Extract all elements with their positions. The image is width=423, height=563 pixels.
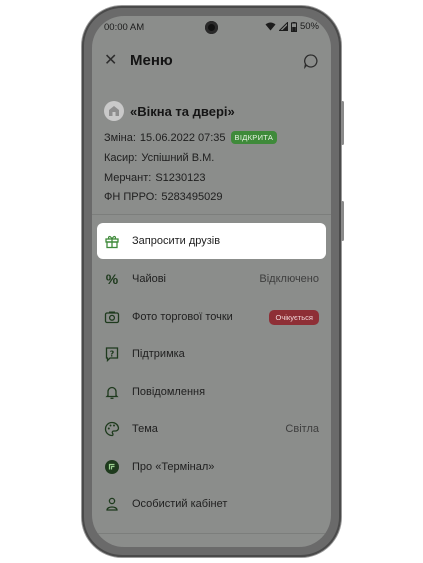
fn-value: 5283495029 (161, 191, 223, 203)
app-logo-icon (104, 459, 120, 475)
cashier-value: Успішний В.М. (141, 152, 215, 164)
chat-icon[interactable] (303, 53, 319, 74)
store-header: «Вікна та двері» (104, 101, 235, 121)
menu-item-support[interactable]: ? Підтримка (92, 336, 331, 372)
store-name: «Вікна та двері» (130, 103, 235, 119)
shift-label: Зміна: (104, 131, 136, 144)
status-time: 00:00 AM (104, 22, 145, 33)
divider (92, 214, 331, 215)
menu-item-cabinet[interactable]: Особистий кабінет (92, 486, 331, 522)
merchant-row: Мерчант: S1230123 (104, 172, 205, 184)
help-icon: ? (104, 346, 120, 362)
camera-cutout (205, 21, 218, 34)
cashier-row: Касир: Успішний В.М. (104, 152, 214, 164)
bell-icon (104, 384, 120, 400)
menu-item-label: Запросити друзів (132, 235, 221, 247)
power-button (341, 201, 344, 241)
phone-frame: 00:00 AM 50% ✕ Меню «Вікна та двері» Змі… (82, 6, 344, 557)
menu-item-label: Тема (132, 423, 158, 435)
shift-row: Зміна: 15.06.2022 07:35 ВІДКРИТА (104, 131, 278, 144)
fn-label: ФН ПРРО: (104, 191, 158, 203)
menu-item-label: Фото торгової точки (132, 311, 233, 323)
shift-status-badge: ВІДКРИТА (230, 131, 278, 144)
tips-value: Відключено (259, 273, 319, 285)
menu-item-label: Повідомлення (132, 386, 206, 398)
user-icon (104, 496, 120, 512)
menu-item-invite[interactable]: Запросити друзів (97, 223, 326, 259)
store-avatar (104, 101, 124, 121)
menu-item-photo[interactable]: Фото торгової точки Очікується (92, 299, 331, 335)
menu-item-about[interactable]: Про «Термінал» (92, 449, 331, 485)
camera-icon (104, 309, 120, 325)
close-icon[interactable]: ✕ (104, 52, 117, 70)
page-title: Меню (130, 52, 173, 69)
menu-item-theme[interactable]: Тема Світла (92, 411, 331, 447)
merchant-label: Мерчант: (104, 172, 152, 184)
gift-icon (104, 233, 120, 249)
signal-icon (278, 22, 288, 31)
battery-icon (290, 21, 297, 32)
percent-icon: % (105, 271, 119, 287)
app-header: ✕ Меню (92, 50, 331, 74)
status-icons: 50% (265, 21, 319, 32)
merchant-value: S1230123 (155, 172, 206, 184)
menu-item-label: Підтримка (132, 348, 185, 360)
photo-status-badge: Очікується (269, 309, 319, 325)
menu-item-label: Про «Термінал» (132, 461, 215, 473)
divider (92, 533, 331, 534)
fn-row: ФН ПРРО: 5283495029 (104, 191, 223, 203)
palette-icon (104, 421, 120, 437)
volume-button (341, 101, 344, 145)
shift-value: 15.06.2022 07:35 (139, 131, 226, 144)
menu-item-tips[interactable]: % Чайові Відключено (92, 261, 331, 297)
menu-item-label: Особистий кабінет (132, 498, 228, 510)
store-icon (109, 106, 119, 116)
theme-value: Світла (285, 423, 319, 435)
svg-text:?: ? (110, 350, 115, 359)
screen: 00:00 AM 50% ✕ Меню «Вікна та двері» Змі… (92, 16, 331, 547)
menu-item-notifications[interactable]: Повідомлення (92, 374, 331, 410)
menu-item-label: Чайові (132, 273, 166, 285)
wifi-icon (265, 22, 276, 31)
battery-percent: 50% (299, 21, 319, 32)
cashier-label: Касир: (104, 152, 138, 164)
